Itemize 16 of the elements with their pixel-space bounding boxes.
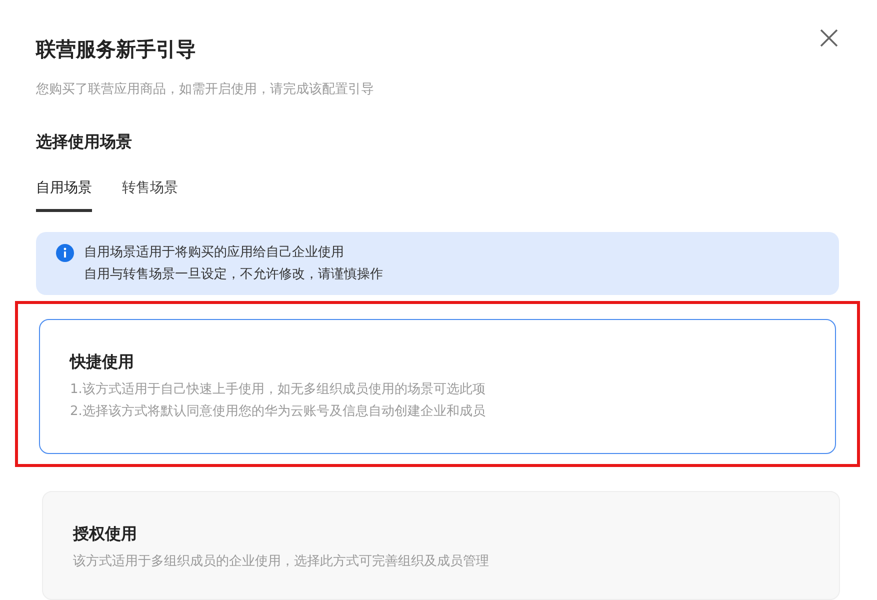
scenario-tab[interactable]: 自用场景 [36, 179, 92, 212]
dialog-title: 联营服务新手引导 [36, 36, 196, 63]
info-icon [56, 244, 74, 262]
notice-text: 自用与转售场景一旦设定，不允许修改，请谨慎操作 [84, 266, 383, 283]
option-card[interactable]: 快捷使用 1.该方式适用于自己快速上手使用，如无多组织成员使用的场景可选此项 2.选择该方式将默认同意使用您的华为云账号及信息自动创建企业和成员 [39, 319, 836, 454]
option-title: 快捷使用 [70, 352, 135, 373]
option-description: 1.该方式适用于自己快速上手使用，如无多组织成员使用的场景可选此项 [70, 381, 486, 399]
section-heading: 选择使用场景 [36, 132, 133, 153]
close-icon[interactable] [819, 28, 839, 48]
dialog-subtitle: 您购买了联营应用商品，如需开启使用，请完成该配置引导 [36, 81, 375, 98]
notice-text: 自用场景适用于将购买的应用给自己企业使用 [84, 244, 345, 261]
option-title: 授权使用 [73, 524, 138, 545]
option-card[interactable]: 授权使用 该方式适用于多组织成员的企业使用，选择此方式可完善组织及成员管理 [42, 491, 840, 600]
option-description: 2.选择该方式将默认同意使用您的华为云账号及信息自动创建企业和成员 [70, 403, 486, 421]
option-description: 该方式适用于多组织成员的企业使用，选择此方式可完善组织及成员管理 [73, 553, 490, 571]
scenario-tab[interactable]: 转售场景 [122, 179, 178, 212]
